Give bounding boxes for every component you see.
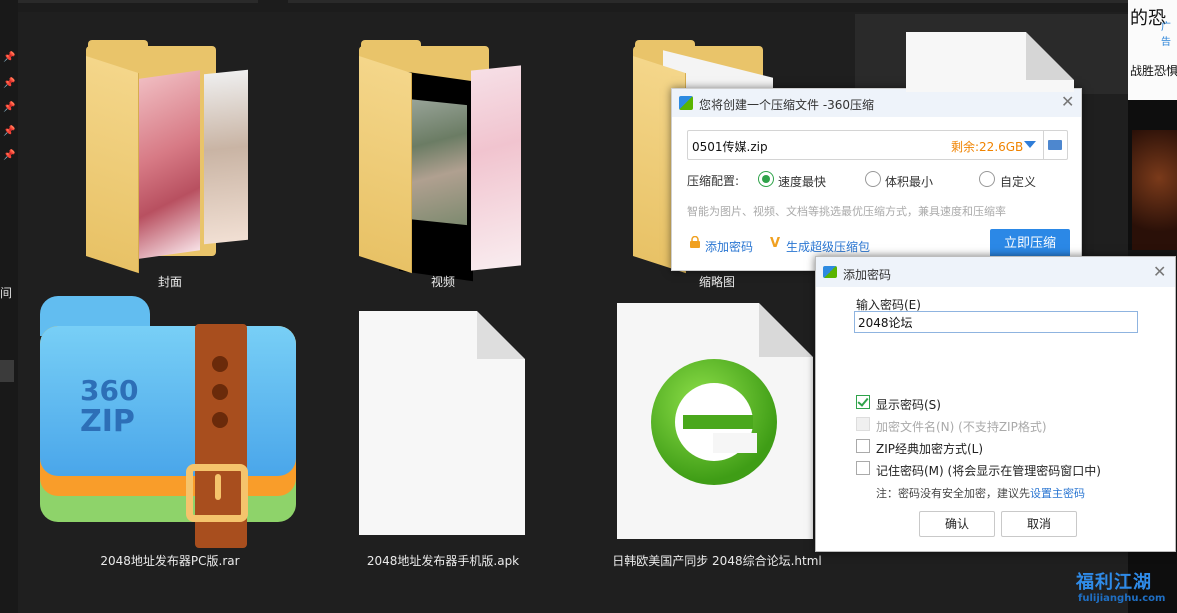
video-thumbnail-image-2 — [471, 65, 521, 271]
360zip-app-icon — [823, 266, 837, 278]
watermark-url: fulijianghu.com — [1078, 593, 1166, 604]
cover-thumbnail-image-2 — [204, 69, 248, 245]
chevron-down-icon[interactable] — [1024, 141, 1036, 148]
make-super-archive-link[interactable]: 生成超级压缩包 — [786, 238, 870, 255]
webpage-photo — [1132, 130, 1177, 250]
item-label-apk[interactable]: 2048地址发布器手机版.apk — [352, 552, 534, 569]
pin-icon[interactable]: 📌 — [3, 126, 15, 137]
rar-archive-item[interactable]: 360 ZIP — [40, 296, 298, 550]
checkbox-encrypt-filenames — [856, 417, 870, 431]
360zip-app-icon — [679, 96, 693, 110]
compress-config-label: 压缩配置: — [687, 174, 740, 188]
folder-item-video[interactable] — [359, 40, 524, 282]
video-thumbnail-image — [407, 98, 467, 226]
add-password-link[interactable]: 添加密码 — [705, 238, 753, 255]
pin-icon[interactable]: 📌 — [3, 150, 15, 161]
security-note: 注：密码没有安全加密，建议先设置主密码 — [876, 485, 1085, 501]
password-dialog-titlebar[interactable]: 添加密码 ✕ — [816, 257, 1175, 287]
ok-button[interactable]: 确认 — [919, 511, 995, 537]
compress-now-button[interactable]: 立即压缩 — [990, 229, 1070, 259]
folder-item-cover[interactable] — [86, 40, 248, 274]
archive-layer-blue — [40, 326, 296, 476]
radio-custom[interactable] — [979, 171, 995, 187]
super-archive-icon: V — [770, 236, 781, 251]
compress-hint-text: 智能为图片、视频、文档等挑选最优压缩方式，兼具速度和压缩率 — [687, 205, 1006, 218]
set-master-password-link[interactable]: 设置主密码 — [1030, 487, 1085, 500]
compress-dialog-title: 您将创建一个压缩文件 -360压缩 — [699, 98, 875, 112]
webpage-subline: 战胜恐惧 — [1130, 64, 1177, 78]
radio-fastest-label[interactable]: 速度最快 — [778, 173, 826, 190]
html-file-item[interactable] — [617, 303, 813, 539]
security-note-text: 注：密码没有安全加密，建议先 — [876, 487, 1030, 500]
compress-dialog: 您将创建一个压缩文件 -360压缩 ✕ 0501传媒.zip 剩余:22.6GB… — [671, 88, 1082, 271]
close-icon[interactable]: ✕ — [1153, 264, 1166, 280]
nav-item-label[interactable]: 间 — [0, 284, 12, 301]
checkbox-remember-password-label[interactable]: 记住密码(M) (将会显示在管理密码窗口中) — [876, 462, 1101, 479]
ad-label: 广告 — [1161, 22, 1171, 48]
password-dialog: 添加密码 ✕ 输入密码(E) 2048论坛 显示密码(S) 加密文件名(N) (… — [815, 256, 1176, 552]
pin-icon[interactable]: 📌 — [3, 52, 15, 63]
site-watermark: 福利江湖 fulijianghu.com — [1076, 566, 1176, 612]
pin-icon[interactable]: 📌 — [3, 78, 15, 89]
browser-ie-icon-gap — [713, 433, 757, 453]
watermark-title: 福利江湖 — [1076, 572, 1152, 593]
item-label-thumbnails[interactable]: 缩略图 — [667, 273, 767, 290]
item-label-rar[interactable]: 2048地址发布器PC版.rar — [70, 552, 270, 569]
belt-hole — [212, 356, 228, 372]
navigation-pane-strip: 📌 📌 📌 📌 📌 间 — [0, 0, 18, 613]
archive-filename[interactable]: 0501传媒.zip — [692, 138, 768, 155]
lock-icon — [689, 235, 701, 248]
nav-selected-item[interactable] — [0, 360, 14, 382]
checkbox-show-password-label[interactable]: 显示密码(S) — [876, 396, 941, 413]
item-label-video[interactable]: 视频 — [393, 273, 493, 290]
compress-dialog-titlebar[interactable]: 您将创建一个压缩文件 -360压缩 ✕ — [672, 89, 1081, 117]
checkbox-encrypt-filenames-label: 加密文件名(N) (不支持ZIP格式) — [876, 420, 1047, 434]
pin-icon[interactable]: 📌 — [3, 102, 15, 113]
radio-custom-label[interactable]: 自定义 — [1000, 173, 1036, 190]
password-dialog-title: 添加密码 — [843, 268, 892, 282]
item-label-cover[interactable]: 封面 — [120, 273, 220, 290]
buckle-pin — [215, 474, 221, 500]
blank-file-icon[interactable] — [359, 311, 525, 535]
zip-logo-zip: ZIP — [80, 404, 135, 439]
blank-file-icon[interactable] — [906, 32, 1074, 92]
folder-icon — [1048, 140, 1062, 150]
checkbox-show-password[interactable] — [856, 395, 870, 409]
browse-folder-button[interactable] — [1043, 131, 1067, 159]
checkbox-zip-classic-label[interactable]: ZIP经典加密方式(L) — [876, 440, 983, 457]
archive-filename-field[interactable]: 0501传媒.zip 剩余:22.6GB — [687, 130, 1068, 160]
radio-smallest[interactable] — [865, 171, 881, 187]
checkbox-zip-classic[interactable] — [856, 439, 870, 453]
item-label-html[interactable]: 日韩欧美国产同步 2048综合论坛.html — [608, 552, 826, 569]
belt-hole — [212, 412, 228, 428]
password-input[interactable]: 2048论坛 — [854, 311, 1138, 333]
top-bar — [18, 0, 1138, 12]
belt-hole — [212, 384, 228, 400]
radio-smallest-label[interactable]: 体积最小 — [885, 173, 933, 190]
cancel-button[interactable]: 取消 — [1001, 511, 1077, 537]
zip-logo-360: 360 — [80, 374, 139, 407]
radio-fastest[interactable] — [758, 171, 774, 187]
close-icon[interactable]: ✕ — [1061, 94, 1074, 110]
checkbox-remember-password[interactable] — [856, 461, 870, 475]
remaining-space-text: 剩余:22.6GB — [951, 140, 1024, 154]
browser-ie-icon-bar — [683, 415, 753, 429]
